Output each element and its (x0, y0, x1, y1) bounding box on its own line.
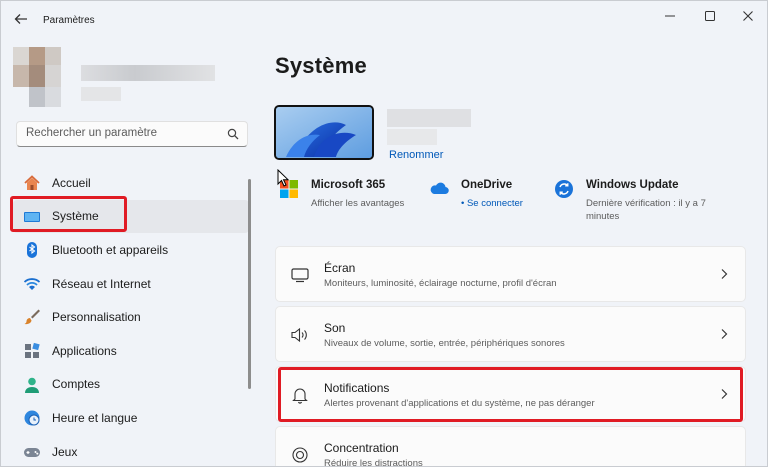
device-wallpaper-thumbnail[interactable] (274, 105, 374, 160)
bluetooth-icon (27, 242, 37, 259)
sidebar-item-accueil[interactable]: Accueil (13, 166, 249, 200)
sidebar-item-label: Bluetooth et appareils (52, 242, 169, 257)
close-button[interactable] (737, 7, 759, 25)
wifi-icon (23, 277, 41, 290)
maximize-button[interactable] (699, 7, 721, 25)
settings-card-notifications[interactable]: Notifications Alertes provenant d'applic… (275, 366, 746, 422)
sidebar-item-heure-langue[interactable]: Heure et langue (13, 401, 249, 435)
sidebar-item-bluetooth[interactable]: Bluetooth et appareils (13, 233, 249, 267)
card-subtitle: Alertes provenant d'applications et du s… (324, 398, 595, 409)
system-display-icon (24, 211, 40, 222)
onedrive-icon (430, 182, 449, 195)
card-title: Écran (324, 261, 356, 275)
search-input[interactable] (24, 126, 224, 140)
clock-globe-icon (24, 410, 40, 426)
windows-update-icon (555, 180, 573, 198)
minimize-button[interactable] (659, 7, 681, 25)
apps-icon (25, 342, 40, 358)
sidebar-nav: Accueil Système Bluetooth et appareils R… (13, 166, 249, 466)
settings-card-son[interactable]: Son Niveaux de volume, sortie, entrée, p… (275, 306, 746, 362)
sidebar-item-label: Heure et langue (52, 410, 138, 425)
user-name-redacted (81, 65, 215, 81)
speaker-icon (291, 327, 307, 343)
chevron-right-icon (721, 389, 728, 399)
sidebar-item-label: Personnalisation (52, 310, 141, 325)
quick-windows-update[interactable]: Windows Update Dernière vérification : i… (554, 177, 744, 227)
search-icon (227, 128, 239, 140)
sidebar-item-reseau[interactable]: Réseau et Internet (13, 267, 249, 301)
bell-icon (292, 388, 308, 404)
page-title: Système (275, 53, 367, 78)
quick-microsoft-365[interactable]: Microsoft 365 Afficher les avantages (279, 177, 419, 217)
monitor-icon (291, 268, 309, 283)
rename-link[interactable]: Renommer (389, 149, 443, 161)
mouse-cursor-icon (277, 169, 289, 187)
minimize-icon (665, 15, 675, 17)
gamepad-icon (24, 447, 40, 457)
back-button[interactable] (11, 9, 31, 29)
sidebar-item-systeme[interactable]: Système (13, 199, 249, 234)
windows-bloom-icon (276, 107, 372, 158)
chevron-right-icon (721, 329, 728, 339)
account-icon (25, 377, 39, 393)
chevron-right-icon (721, 269, 728, 279)
close-icon (743, 11, 753, 21)
sidebar-item-applications[interactable]: Applications (13, 334, 249, 368)
title-bar: Paramètres (1, 1, 767, 35)
sidebar-scrollbar[interactable] (248, 179, 251, 389)
arrow-left-icon (14, 14, 27, 24)
focus-icon (292, 447, 308, 463)
quick-title: OneDrive (461, 179, 513, 191)
home-icon (24, 175, 40, 190)
quick-subtitle: Dernière vérification : il y a 7 minutes (586, 198, 706, 222)
avatar[interactable] (13, 47, 63, 107)
settings-card-concentration[interactable]: Concentration Réduire les distractions (275, 426, 746, 467)
device-name-redacted (387, 109, 471, 127)
card-subtitle: Niveaux de volume, sortie, entrée, périp… (324, 338, 565, 349)
quick-subtitle: Afficher les avantages (311, 198, 405, 209)
brush-icon (24, 309, 40, 325)
settings-window: Paramètres Accueil Système (0, 0, 768, 467)
sidebar-item-label: Système (52, 209, 99, 224)
search-box[interactable] (16, 121, 248, 147)
sidebar-item-label: Comptes (52, 377, 101, 392)
card-title: Son (324, 321, 346, 335)
card-subtitle: Réduire les distractions (324, 458, 423, 467)
sidebar-item-label: Réseau et Internet (52, 276, 151, 291)
sidebar-item-label: Jeux (52, 444, 78, 459)
sidebar-item-comptes[interactable]: Comptes (13, 368, 249, 402)
card-title: Notifications (324, 381, 390, 395)
maximize-icon (705, 11, 715, 21)
quick-title: Windows Update (586, 179, 679, 191)
sidebar-item-personnalisation[interactable]: Personnalisation (13, 300, 249, 334)
device-model-redacted (387, 129, 437, 145)
quick-subtitle: • Se connecter (461, 198, 523, 209)
settings-card-ecran[interactable]: Écran Moniteurs, luminosité, éclairage n… (275, 246, 746, 302)
card-subtitle: Moniteurs, luminosité, éclairage nocturn… (324, 278, 557, 289)
user-email-redacted (81, 87, 121, 101)
sidebar-item-label: Applications (52, 343, 117, 358)
sidebar-item-label: Accueil (52, 175, 91, 190)
card-title: Concentration (324, 441, 399, 455)
app-title: Paramètres (43, 15, 95, 26)
sidebar-item-jeux[interactable]: Jeux (13, 435, 249, 466)
quick-title: Microsoft 365 (311, 179, 386, 191)
quick-onedrive[interactable]: OneDrive • Se connecter (429, 177, 549, 217)
